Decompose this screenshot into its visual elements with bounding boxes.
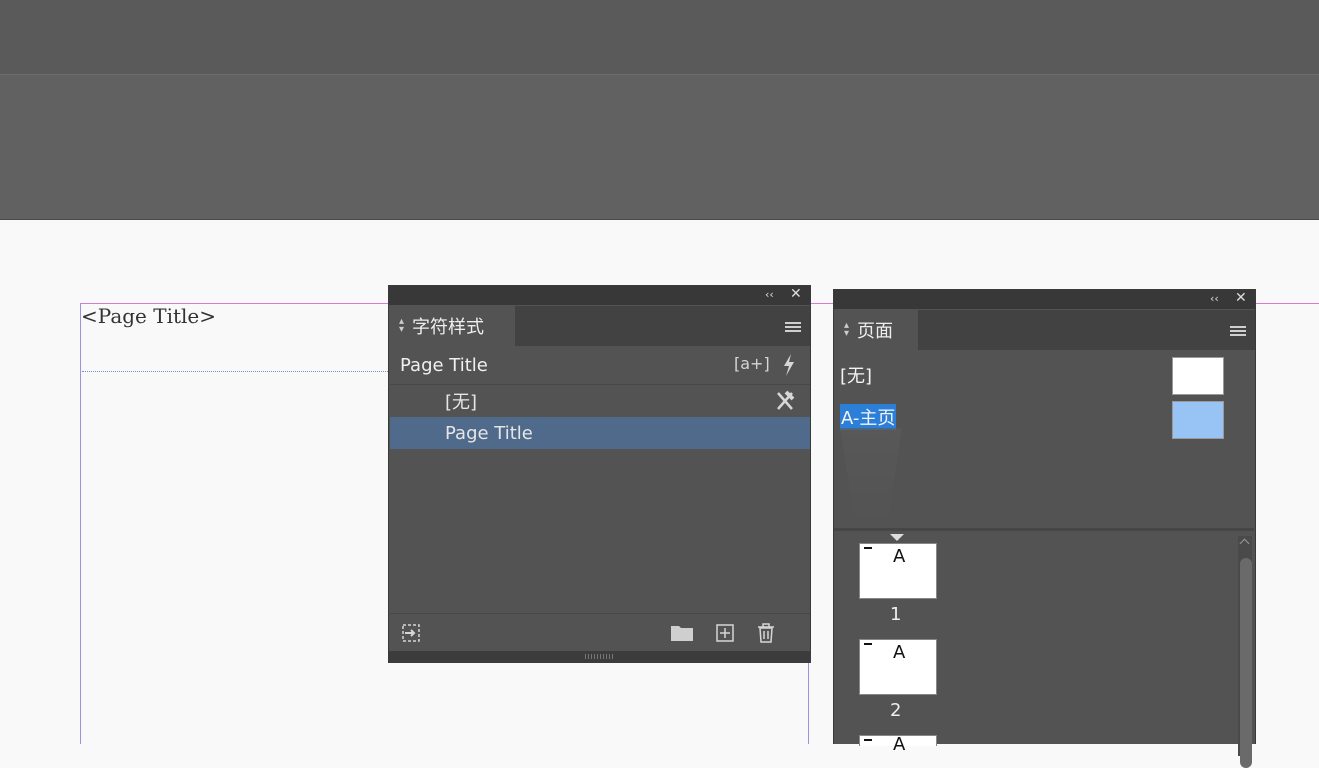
page-thumbnail-3[interactable]: A — [859, 734, 937, 755]
page-thumbnail-2[interactable]: A — [859, 639, 937, 695]
panel-tabstrip: ▴ ▾ 页面 — [834, 310, 1255, 350]
panel-titlebar[interactable]: ‹‹ ✕ — [834, 290, 1255, 309]
clear-overrides-icon[interactable] — [775, 390, 795, 412]
page-left-marker — [864, 547, 872, 549]
tab-label: 页面 — [857, 321, 894, 342]
import-styles-icon[interactable] — [402, 624, 422, 642]
panel-footer — [390, 613, 810, 652]
panel-resize-handle[interactable] — [389, 651, 811, 663]
current-style-name: Page Title — [400, 354, 488, 376]
page-left-marker — [864, 643, 872, 645]
new-style-icon[interactable] — [716, 624, 734, 642]
trash-icon[interactable] — [757, 623, 775, 643]
pages-panel: ‹‹ ✕ ▴ ▾ 页面 [无] A-主页 A 1 A 2 A — [833, 289, 1256, 768]
tab-reorder-icon: ▴ ▾ — [399, 316, 405, 335]
style-item-page-title[interactable]: Page Title — [390, 417, 810, 449]
panel-split-divider[interactable] — [834, 528, 1254, 531]
master-thumbnail-none[interactable] — [1172, 357, 1224, 395]
page-master-prefix: A — [893, 734, 906, 755]
collapse-panel-icon[interactable]: ‹‹ — [1210, 292, 1219, 305]
margin-guide-left — [80, 303, 81, 744]
style-item-label: Page Title — [445, 422, 533, 444]
tab-reorder-icon: ▴ ▾ — [844, 320, 850, 339]
page-master-prefix: A — [893, 546, 906, 567]
tab-pages[interactable]: ▴ ▾ 页面 — [834, 310, 918, 350]
panel-titlebar[interactable]: ‹‹ ✕ — [389, 286, 810, 305]
page-number: 1 — [890, 604, 902, 625]
style-item-label: [无] — [445, 392, 478, 413]
panel-tabstrip: ▴ ▾ 字符样式 — [389, 306, 810, 346]
character-styles-panel: ‹‹ ✕ ▴ ▾ 字符样式 Page Title [a+] [无] Page Ti… — [388, 285, 811, 663]
application-bar — [0, 0, 1319, 75]
page-thumbnail-1[interactable]: A — [859, 543, 937, 599]
panel-menu-icon[interactable] — [785, 320, 801, 334]
grip-icon — [585, 654, 615, 659]
master-item-a[interactable]: A-主页 — [840, 404, 897, 430]
close-panel-icon[interactable]: ✕ — [1235, 290, 1247, 306]
master-thumbnail-a[interactable] — [1172, 401, 1224, 439]
pages-scrollbar[interactable] — [1238, 536, 1252, 768]
control-panel — [0, 75, 1319, 220]
style-item-none[interactable]: [无] — [390, 385, 810, 417]
page-master-prefix: A — [893, 642, 906, 663]
page-title-text-frame[interactable]: <Page Title> — [81, 304, 216, 328]
tab-label: 字符样式 — [412, 317, 485, 338]
scroll-up-icon[interactable] — [1239, 538, 1250, 549]
collapse-panel-icon[interactable]: ‹‹ — [765, 288, 774, 301]
page-insert-marker-icon — [890, 534, 904, 541]
page-left-marker — [864, 739, 872, 741]
text-frame-baseline — [82, 371, 388, 372]
close-panel-icon[interactable]: ✕ — [790, 286, 802, 302]
master-item-none[interactable]: [无] — [840, 362, 872, 388]
panel-menu-icon[interactable] — [1230, 324, 1246, 338]
folder-icon[interactable] — [671, 624, 693, 641]
page-number: 2 — [890, 700, 902, 721]
new-style-from-selection-icon[interactable]: [a+] — [734, 354, 770, 373]
master-selection-highlight — [840, 428, 902, 526]
lightning-icon[interactable] — [782, 354, 796, 376]
scroll-thumb[interactable] — [1240, 558, 1252, 768]
tab-character-styles[interactable]: ▴ ▾ 字符样式 — [389, 306, 515, 346]
